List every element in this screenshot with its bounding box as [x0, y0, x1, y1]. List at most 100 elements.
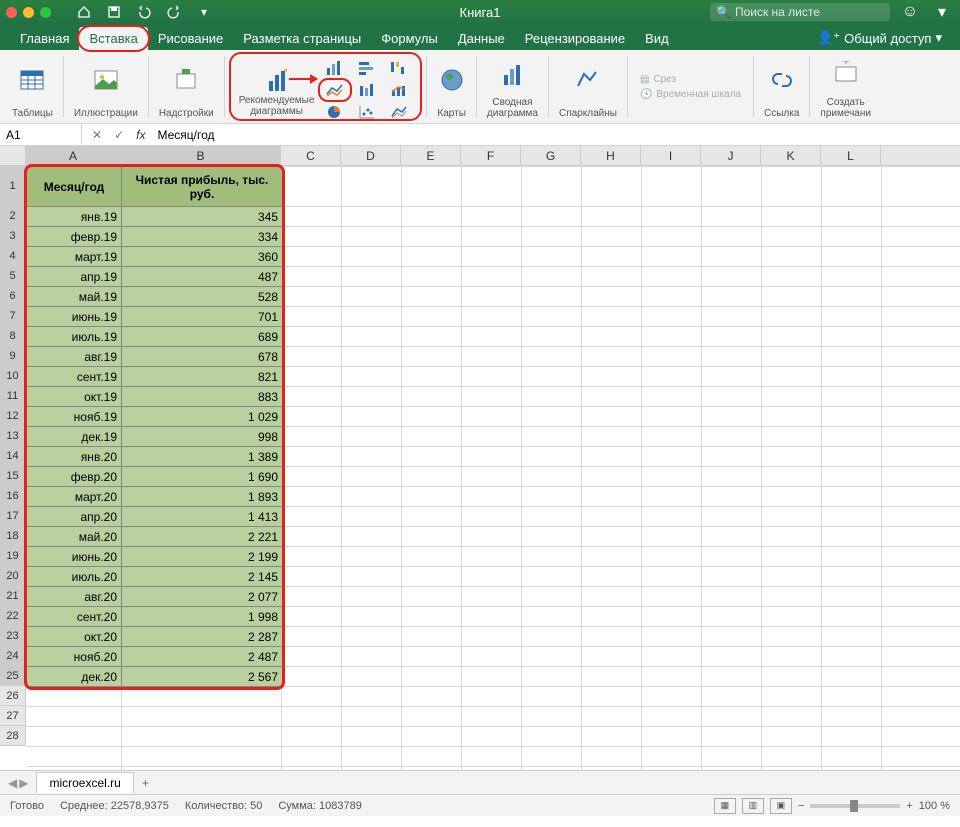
table-cell[interactable]: сент.20 [27, 607, 122, 627]
table-cell[interactable]: 2 487 [122, 647, 282, 667]
column-header[interactable]: K [761, 146, 821, 165]
table-cell[interactable]: янв.19 [27, 207, 122, 227]
table-cell[interactable]: 998 [122, 427, 282, 447]
save-icon[interactable] [101, 2, 127, 22]
table-cell[interactable]: февр.19 [27, 227, 122, 247]
table-cell[interactable]: дек.19 [27, 427, 122, 447]
table-cell[interactable]: 701 [122, 307, 282, 327]
row-header[interactable]: 5 [0, 266, 26, 286]
minimize-icon[interactable] [23, 7, 34, 18]
row-header[interactable]: 4 [0, 246, 26, 266]
row-header[interactable]: 17 [0, 506, 26, 526]
view-normal-icon[interactable]: ▦ [714, 798, 736, 814]
row-header[interactable]: 7 [0, 306, 26, 326]
row-header[interactable]: 12 [0, 406, 26, 426]
pie-chart-icon[interactable] [320, 102, 350, 122]
row-header[interactable]: 15 [0, 466, 26, 486]
sheet-tab[interactable]: microexcel.ru [36, 772, 133, 793]
tab-insert[interactable]: Вставка [79, 27, 147, 50]
column-header[interactable]: B [121, 146, 281, 165]
redo-icon[interactable] [161, 2, 187, 22]
table-cell[interactable]: апр.20 [27, 507, 122, 527]
table-cell[interactable]: 1 998 [122, 607, 282, 627]
table-cell[interactable]: март.20 [27, 487, 122, 507]
table-cell[interactable]: 2 221 [122, 527, 282, 547]
table-cell[interactable]: 821 [122, 367, 282, 387]
column-header[interactable]: E [401, 146, 461, 165]
row-header[interactable]: 8 [0, 326, 26, 346]
app-dropdown-icon[interactable]: ▾ [930, 2, 954, 22]
column-header[interactable]: C [281, 146, 341, 165]
fx-icon[interactable]: fx [136, 128, 145, 142]
row-header[interactable]: 24 [0, 646, 26, 666]
user-account-icon[interactable]: ☺ [898, 2, 922, 22]
row-header[interactable]: 25 [0, 666, 26, 686]
table-cell[interactable]: 2 077 [122, 587, 282, 607]
timeline-button[interactable]: 🕓 Временная шкала [638, 87, 743, 102]
table-cell[interactable]: апр.19 [27, 267, 122, 287]
zoom-out-button[interactable]: − [798, 800, 804, 812]
row-header[interactable]: 22 [0, 606, 26, 626]
row-header[interactable]: 2 [0, 206, 26, 226]
tab-review[interactable]: Рецензирование [515, 27, 635, 50]
table-cell[interactable]: 345 [122, 207, 282, 227]
table-header-cell[interactable]: Месяц/год [27, 167, 122, 207]
name-box[interactable]: A1 [0, 124, 82, 145]
table-cell[interactable]: май.19 [27, 287, 122, 307]
surface-chart-icon[interactable] [384, 102, 414, 122]
row-header[interactable]: 18 [0, 526, 26, 546]
tab-data[interactable]: Данные [448, 27, 515, 50]
illustrations-button[interactable]: Иллюстрации [68, 52, 144, 121]
table-cell[interactable]: май.20 [27, 527, 122, 547]
table-cell[interactable]: 1 893 [122, 487, 282, 507]
home-icon[interactable] [71, 2, 97, 22]
table-cell[interactable]: июль.20 [27, 567, 122, 587]
table-cell[interactable]: 2 287 [122, 627, 282, 647]
table-cell[interactable]: 1 389 [122, 447, 282, 467]
select-all-corner[interactable] [0, 146, 26, 165]
table-cell[interactable]: 2 567 [122, 667, 282, 687]
maximize-icon[interactable] [40, 7, 51, 18]
add-sheet-button[interactable]: + [134, 773, 157, 793]
row-header[interactable]: 21 [0, 586, 26, 606]
scatter-chart-icon[interactable] [352, 102, 382, 122]
share-button[interactable]: 👤⁺ Общий доступ ▾ [809, 26, 950, 50]
row-header[interactable]: 1 [0, 166, 26, 206]
waterfall-chart-icon[interactable] [384, 58, 414, 78]
table-cell[interactable]: 2 199 [122, 547, 282, 567]
column-chart-icon[interactable] [320, 58, 350, 78]
formula-input[interactable]: Месяц/год [157, 128, 214, 142]
spreadsheet-grid[interactable]: ABCDEFGHIJKL 123456789101112131415161718… [0, 146, 960, 770]
column-header[interactable]: J [701, 146, 761, 165]
stat-chart-icon[interactable] [352, 80, 382, 100]
row-header[interactable]: 6 [0, 286, 26, 306]
column-header[interactable]: G [521, 146, 581, 165]
row-header[interactable]: 20 [0, 566, 26, 586]
table-cell[interactable]: февр.20 [27, 467, 122, 487]
row-header[interactable]: 26 [0, 686, 26, 706]
zoom-in-button[interactable]: + [906, 800, 912, 812]
table-cell[interactable]: 2 145 [122, 567, 282, 587]
table-cell[interactable]: 487 [122, 267, 282, 287]
column-header[interactable]: H [581, 146, 641, 165]
enter-formula-icon[interactable]: ✓ [114, 128, 124, 142]
tab-page-layout[interactable]: Разметка страницы [233, 27, 371, 50]
line-chart-icon[interactable] [320, 80, 350, 100]
cancel-formula-icon[interactable]: ✕ [92, 128, 102, 142]
table-cell[interactable]: июнь.20 [27, 547, 122, 567]
pivot-chart-button[interactable]: Сводная диаграмма [481, 52, 544, 121]
row-header[interactable]: 28 [0, 726, 26, 746]
table-cell[interactable]: 334 [122, 227, 282, 247]
row-header[interactable]: 16 [0, 486, 26, 506]
table-cell[interactable]: янв.20 [27, 447, 122, 467]
sparklines-button[interactable]: Спарклайны [553, 52, 623, 121]
table-cell[interactable]: 360 [122, 247, 282, 267]
tab-home[interactable]: Главная [10, 27, 79, 50]
table-header-cell[interactable]: Чистая прибыль, тыс. руб. [122, 167, 282, 207]
table-cell[interactable]: июль.19 [27, 327, 122, 347]
table-cell[interactable]: 1 413 [122, 507, 282, 527]
table-cell[interactable]: авг.19 [27, 347, 122, 367]
row-header[interactable]: 3 [0, 226, 26, 246]
table-cell[interactable]: 1 029 [122, 407, 282, 427]
tables-button[interactable]: Таблицы [6, 52, 59, 121]
